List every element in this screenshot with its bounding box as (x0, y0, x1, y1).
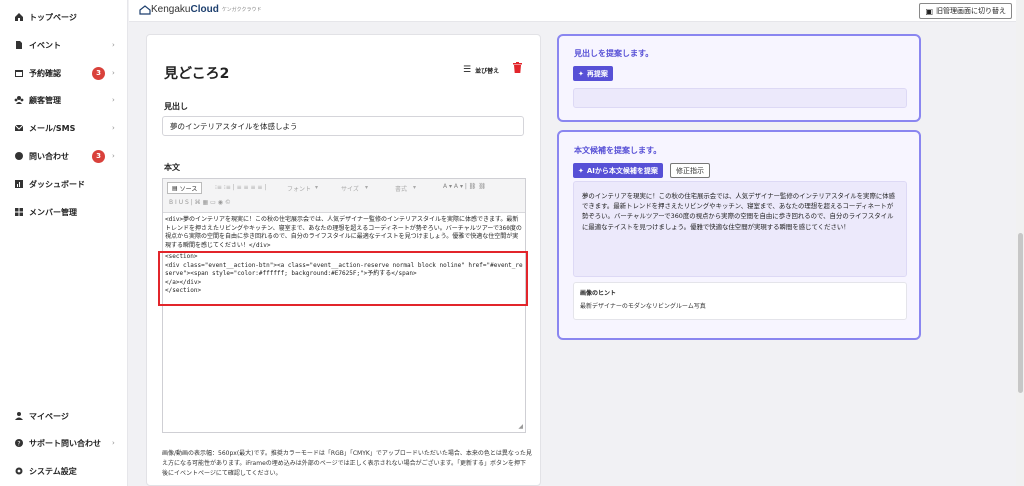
chevron-right-icon: › (112, 124, 115, 132)
sort-icon: ☰ (463, 65, 472, 75)
logo-icon (139, 4, 151, 15)
sidebar-item-reservation[interactable]: 予約確認 3 › (0, 62, 128, 84)
format-icons[interactable]: B I U S | ⌘ ▦ ▭ ◉ © (169, 199, 231, 206)
sidebar-item-mail[interactable]: メール/SMS › (0, 117, 128, 139)
help-icon: ? (14, 438, 24, 448)
source-button[interactable]: ▤ ソース (167, 182, 203, 194)
chat-icon (14, 151, 24, 161)
source-icon: ▤ (172, 184, 178, 192)
chevron-down-icon: ▾ (413, 184, 417, 191)
hint-title: 画像のヒント (580, 290, 617, 297)
panel-title: 本文候補を提案します。 (574, 146, 662, 155)
sidebar-item-label: イベント (29, 40, 61, 50)
notification-badge: 3 (92, 66, 105, 80)
heading-input[interactable] (162, 116, 524, 136)
sidebar-item-label: ダッシュボード (29, 179, 85, 189)
sort-button[interactable]: ☰ 並び替え (463, 65, 499, 75)
scroll-thumb[interactable] (1018, 233, 1023, 393)
regenerate-button[interactable]: ✦ 再提案 (573, 66, 613, 81)
sidebar-item-label: メール/SMS (29, 123, 76, 133)
chevron-right-icon: › (112, 152, 115, 160)
sidebar-item-inquiry[interactable]: 問い合わせ 3 › (0, 145, 128, 167)
switch-legacy-button[interactable]: ▣ 旧管理画面に切り替え (919, 3, 1012, 19)
image-hint-box: 画像のヒント 最新デザイナーのモダンなリビングルーム写真 (573, 282, 907, 320)
sidebar-item-label: システム設定 (29, 466, 77, 476)
sidebar-item-top[interactable]: トップページ (0, 6, 128, 28)
ai-suggest-button[interactable]: ✦ AIから本文候補を提案 (573, 163, 663, 178)
mail-icon (14, 123, 24, 133)
sidebar-item-members[interactable]: メンバー管理 (0, 201, 128, 223)
editor-toolbar: ▤ ソース ⁝≡ ⁝≡ | ≡ ≡ ≡ ≡ | フォント ▾ サイズ ▾ 書式 … (163, 179, 525, 213)
text-color-icon[interactable]: A ▾ A ▾ | ⛓ ⛓ (443, 183, 486, 190)
section-title: 見どころ2 (164, 66, 230, 82)
sidebar-item-label: 顧客管理 (29, 95, 61, 105)
sidebar-item-dashboard[interactable]: ダッシュボード (0, 173, 128, 195)
format-select[interactable]: 書式 (395, 184, 407, 193)
sidebar-item-customers[interactable]: 顧客管理 › (0, 89, 128, 111)
chevron-right-icon: › (112, 41, 115, 49)
list-icons[interactable]: ⁝≡ ⁝≡ | ≡ ≡ ≡ ≡ | (215, 184, 266, 191)
sidebar-item-label: 予約確認 (29, 68, 61, 78)
body-suggestion-text[interactable]: 夢のインテリアを現実に！この秋の住宅展示会では、人気デザイナー監修のインテリアス… (573, 181, 907, 277)
logo-subtext: ケンガククラウド (221, 7, 262, 13)
logo: KengakuCloud ケンガククラウド (139, 4, 261, 15)
sidebar-item-label: サポート問い合わせ (29, 438, 101, 448)
sidebar-item-mypage[interactable]: マイページ (0, 405, 128, 427)
notification-badge: 3 (92, 149, 105, 163)
sidebar-item-label: メンバー管理 (29, 207, 77, 217)
sparkle-icon: ✦ (578, 166, 584, 175)
switch-icon: ▣ (925, 6, 933, 16)
gear-icon (14, 466, 24, 476)
sidebar-item-label: 問い合わせ (29, 151, 69, 161)
svg-text:?: ? (17, 441, 20, 448)
heading-suggestion-panel: 見出しを提案します。 ✦ 再提案 (557, 34, 921, 122)
font-select[interactable]: フォント (287, 184, 311, 193)
heading-label: 見出し (164, 102, 188, 111)
edit-instruction-button[interactable]: 修正指示 (670, 163, 710, 178)
chevron-down-icon: ▾ (315, 184, 319, 191)
sidebar-item-support[interactable]: ? サポート問い合わせ › (0, 432, 128, 454)
body-label: 本文 (164, 163, 180, 172)
chevron-right-icon: › (112, 439, 115, 447)
hint-text: 最新デザイナーのモダンなリビングルーム写真 (580, 303, 706, 310)
sidebar-item-event[interactable]: イベント › (0, 34, 128, 56)
user-icon (14, 411, 24, 421)
sidebar: トップページ イベント › 予約確認 3 › 顧客管理 › メール/SMS › … (0, 0, 128, 486)
document-icon (14, 40, 24, 50)
chevron-right-icon: › (112, 96, 115, 104)
trash-icon[interactable] (513, 62, 522, 73)
calendar-icon (14, 68, 24, 78)
sparkle-icon: ✦ (578, 69, 584, 78)
logo-text: KengakuCloud (151, 4, 219, 15)
sidebar-item-label: マイページ (29, 411, 69, 421)
chart-icon (14, 179, 24, 189)
home-icon (14, 12, 24, 22)
grid-icon (14, 207, 24, 217)
sidebar-item-label: トップページ (29, 12, 77, 22)
page-scrollbar[interactable] (1016, 0, 1024, 486)
chevron-right-icon: › (112, 69, 115, 77)
heading-suggestion-field[interactable] (573, 88, 907, 108)
highlight-box (158, 251, 528, 306)
highlight-section-card: 見どころ2 ☰ 並び替え 見出し 本文 ▤ ソース ⁝≡ ⁝≡ | ≡ ≡ ≡ … (146, 34, 541, 486)
users-icon (14, 95, 24, 105)
size-select[interactable]: サイズ (341, 184, 359, 193)
sidebar-item-settings[interactable]: システム設定 (0, 460, 128, 482)
chevron-down-icon: ▾ (365, 184, 369, 191)
upload-note: 画像/動画の表示幅：560px(最大)です。推奨カラーモードは「RGB」「CMY… (162, 450, 532, 477)
top-bar: KengakuCloud ケンガククラウド ▣ 旧管理画面に切り替え (129, 0, 1024, 22)
resize-handle-icon[interactable]: ◢ (518, 423, 523, 430)
panel-title: 見出しを提案します。 (574, 49, 654, 58)
editor-body-text: <div>夢のインテリアを現実に！この秋の住宅展示会では、人気デザイナー監修のイ… (165, 216, 522, 249)
body-suggestion-panel: 本文候補を提案します。 ✦ AIから本文候補を提案 修正指示 夢のインテリアを現… (557, 130, 921, 340)
